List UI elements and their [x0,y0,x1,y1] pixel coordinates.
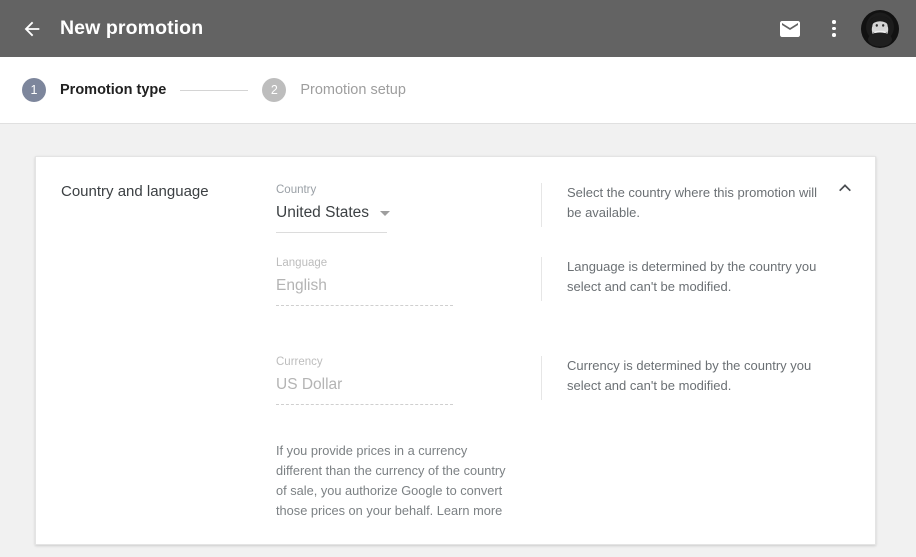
language-field-label: Language [276,257,328,269]
currency-field-value: US Dollar [276,376,343,393]
help-item-language: Language is determined by the country yo… [541,257,817,301]
arrow-back-icon [24,21,40,36]
mail-icon [780,20,800,37]
language-field-value: English [276,277,327,294]
user-avatar [861,9,899,48]
app-bar: New promotion [0,0,916,57]
help-text-language: Language is determined by the country yo… [567,259,817,294]
currency-field-label: Currency [276,356,323,368]
currency-field-value-row: US Dollar [276,375,453,395]
help-item-currency: Currency is determined by the country yo… [541,356,817,400]
account-button[interactable] [858,7,902,51]
more-vert-icon [832,19,836,38]
dropdown-caret-icon[interactable] [380,210,391,216]
learn-more-link[interactable]: Learn more [437,503,502,518]
language-field: Language English [276,256,453,306]
help-divider [541,257,542,301]
stepper-step-promotion-type[interactable]: 1 Promotion type [22,78,166,102]
section-title: Country and language [61,183,209,200]
country-field[interactable]: Country United States [276,183,391,233]
mail-button[interactable] [768,7,812,51]
overflow-menu-button[interactable] [812,7,856,51]
country-field-label: Country [276,184,317,196]
country-field-value-row: United States [276,203,391,223]
currency-field-underline [276,404,453,405]
step-number-badge: 1 [22,78,46,102]
help-divider [541,183,542,227]
step-number-badge: 2 [262,78,287,102]
stepper-step-promotion-setup[interactable]: 2 Promotion setup [262,78,406,102]
step-label: Promotion setup [300,82,406,98]
language-field-value-row: English [276,276,453,296]
chevron-up-icon [839,184,851,192]
stepper-connector [180,89,249,91]
currency-disclaimer: If you provide prices in a currency diff… [276,441,516,521]
help-text-currency: Currency is determined by the country yo… [567,358,812,393]
page-title: New promotion [60,17,204,39]
country-and-language-card: Country and language Country United Stat… [35,156,876,545]
collapse-section-button[interactable] [829,171,861,203]
help-divider [541,356,542,400]
help-text-country: Select the country where this promotion … [567,185,818,220]
language-field-underline [276,305,453,306]
stepper: 1 Promotion type 2 Promotion setup [0,57,916,124]
back-button[interactable] [12,9,52,49]
country-field-value: United States [276,204,370,221]
help-item-country: Select the country where this promotion … [541,183,817,227]
currency-field: Currency US Dollar [276,355,453,405]
country-field-underline [276,232,387,233]
step-label: Promotion type [60,82,167,98]
